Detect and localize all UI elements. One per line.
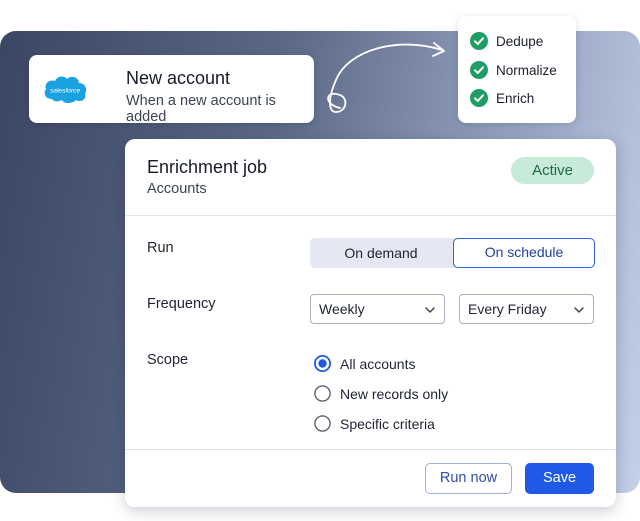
curved-arrow-icon <box>327 42 445 113</box>
save-button[interactable]: Save <box>525 463 594 494</box>
check-circle-icon <box>470 89 488 107</box>
enrichment-job-card: Enrichment job Accounts Active Run On de… <box>125 139 616 507</box>
run-mode-toggle: On demand On schedule <box>310 238 595 268</box>
step-dedupe: Dedupe <box>470 32 543 50</box>
scope-option-specific-criteria[interactable]: Specific criteria <box>314 415 435 432</box>
frequency-day-select[interactable]: Every Friday <box>459 294 594 324</box>
step-normalize: Normalize <box>470 61 557 79</box>
radio-unselected-icon[interactable] <box>314 415 331 432</box>
trigger-card[interactable]: salesforce New account When a new accoun… <box>29 55 314 125</box>
radio-selected-icon[interactable] <box>314 355 331 372</box>
scope-option-all-accounts[interactable]: All accounts <box>314 355 415 372</box>
frequency-label: Frequency <box>147 296 216 312</box>
run-label: Run <box>147 240 174 256</box>
trigger-title: New account <box>126 68 231 88</box>
select-value: Every Friday <box>468 301 547 317</box>
check-circle-icon <box>470 32 488 50</box>
step-label: Enrich <box>496 90 535 106</box>
step-label: Dedupe <box>496 33 544 49</box>
frequency-interval-select[interactable]: Weekly <box>310 294 445 324</box>
radio-label: Specific criteria <box>340 415 435 432</box>
chevron-down-icon <box>574 307 584 313</box>
radio-unselected-icon[interactable] <box>314 385 331 402</box>
status-badge: Active <box>511 157 594 184</box>
step-enrich: Enrich <box>470 89 534 107</box>
scope-label: Scope <box>147 352 189 368</box>
select-value: Weekly <box>319 301 365 317</box>
salesforce-logo-text: salesforce <box>50 88 80 95</box>
trigger-subtitle: When a new account is added <box>126 93 276 125</box>
header-divider <box>125 215 616 216</box>
processing-steps-card: Dedupe Normalize Enrich <box>458 16 576 123</box>
on-demand-option[interactable]: On demand <box>310 238 452 268</box>
salesforce-cloud-icon: salesforce <box>44 76 87 103</box>
scope-option-new-records[interactable]: New records only <box>314 385 448 402</box>
chevron-down-icon <box>425 307 435 313</box>
footer-divider <box>125 449 616 450</box>
check-circle-icon <box>470 61 488 79</box>
run-now-button[interactable]: Run now <box>425 463 512 494</box>
job-subtitle: Accounts <box>147 181 207 197</box>
on-schedule-option[interactable]: On schedule <box>453 238 595 268</box>
step-label: Normalize <box>496 62 557 78</box>
radio-label: New records only <box>340 385 449 402</box>
radio-label: All accounts <box>340 355 416 372</box>
job-title: Enrichment job <box>147 157 268 177</box>
